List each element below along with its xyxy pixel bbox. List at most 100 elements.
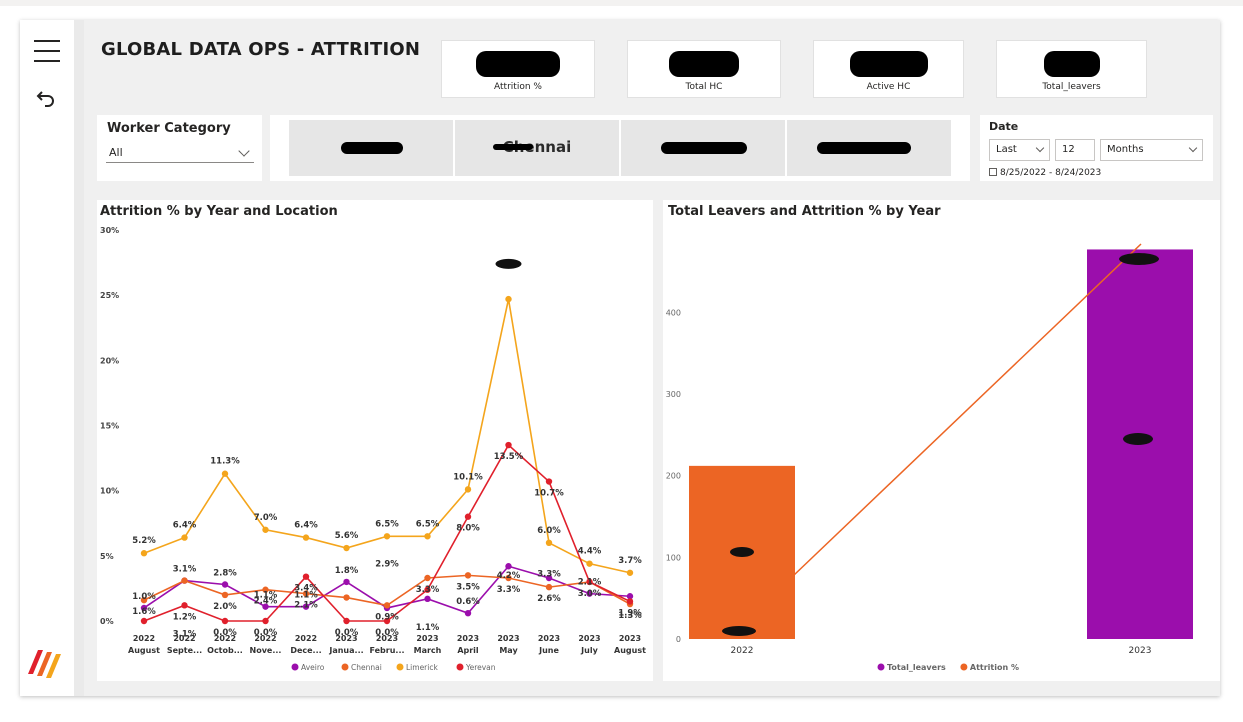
x-tick-label: 2023 [1129, 646, 1152, 656]
x-tick-month: Nove... [250, 646, 282, 655]
x-tick-year: 2022 [133, 634, 155, 643]
x-tick-year: 2023 [457, 634, 479, 643]
location-tile[interactable]: Chennai [455, 120, 619, 176]
brand-slash-logo [24, 640, 66, 682]
data-label: 3.3% [416, 585, 440, 595]
data-label: 3.3% [537, 570, 561, 580]
data-point [464, 572, 472, 579]
redacted-label [817, 142, 911, 154]
undo-arrow-icon[interactable] [36, 88, 58, 110]
side-rail [20, 20, 74, 696]
data-point [626, 569, 634, 576]
relative-count-input[interactable]: 12 [1055, 139, 1095, 161]
kpi-card-total-hc[interactable]: Total HC [627, 40, 781, 98]
data-point [343, 617, 350, 625]
worker-category-dropdown[interactable]: All [106, 143, 254, 163]
chevron-down-icon [238, 145, 250, 157]
date-range-value: 8/25/2022 - 8/24/2023 [1000, 168, 1102, 178]
redacted-value [669, 51, 739, 77]
data-label: 0.0% [254, 628, 278, 638]
location-tile[interactable] [289, 120, 453, 176]
legend-marker [877, 663, 885, 671]
dropdown-value: Months [1107, 144, 1144, 155]
x-tick-year: 2023 [538, 634, 560, 643]
slicer-title: Date [989, 120, 1019, 133]
y-tick-label: 25% [100, 291, 119, 300]
data-label: 13.5% [494, 452, 524, 462]
redacted-label [1119, 253, 1159, 265]
data-label: 10.7% [534, 489, 564, 499]
x-tick-month: August [614, 646, 646, 655]
data-point [302, 573, 310, 580]
y-tick-label: 100 [666, 553, 681, 562]
y-tick-label: 10% [100, 487, 119, 496]
data-label: 4.4% [578, 547, 602, 557]
legend-label: Total_leavers [887, 663, 946, 672]
data-point [181, 577, 188, 584]
data-label: 6.0% [537, 526, 561, 536]
location-tile[interactable] [621, 120, 785, 176]
data-label: 3.1% [173, 630, 197, 640]
data-label: 0.0% [335, 628, 359, 638]
relative-unit-dropdown[interactable]: Months [1100, 139, 1203, 161]
data-point [262, 526, 269, 533]
data-label: 2.1% [578, 578, 602, 588]
redacted-label [722, 626, 756, 636]
data-point [302, 534, 310, 541]
data-point [140, 550, 148, 557]
data-label: 2.9% [375, 559, 399, 569]
x-tick-month: Janua... [328, 646, 363, 655]
data-label: 0.9% [375, 612, 399, 622]
x-tick-label: 2022 [731, 646, 754, 656]
data-point [505, 563, 512, 570]
hamburger-icon[interactable] [34, 40, 60, 62]
y-tick-label: 0 [676, 635, 681, 644]
x-tick-month: July [580, 646, 598, 655]
x-tick-month: Febru... [369, 646, 404, 655]
top-strip [0, 0, 1243, 6]
data-label: 3.7% [618, 556, 642, 566]
y-tick-label: 300 [666, 390, 681, 399]
kpi-card-total-leavers[interactable]: Total_leavers [996, 40, 1147, 98]
data-point [464, 486, 472, 493]
location-tile[interactable] [787, 120, 951, 176]
data-label: 6.4% [173, 521, 197, 531]
data-label: 1.6% [132, 607, 156, 617]
input-value: 12 [1062, 144, 1075, 155]
data-point [181, 534, 188, 541]
x-tick-year: 2023 [578, 634, 600, 643]
kpi-card-attrition[interactable]: Attrition % [441, 40, 595, 98]
data-label: 2.8% [213, 569, 237, 579]
legend-label: Limerick [406, 663, 438, 672]
kpi-card-active-hc[interactable]: Active HC [813, 40, 964, 98]
data-label: 2.6% [537, 594, 561, 604]
data-label: 3.1% [173, 564, 197, 574]
data-label: 5.2% [132, 536, 156, 546]
data-point [343, 578, 350, 586]
x-tick-year: 2022 [295, 634, 317, 643]
location-label: Chennai [502, 138, 572, 156]
legend-label: Aveiro [301, 663, 325, 672]
redacted-value [849, 51, 928, 77]
dropdown-value: All [109, 146, 123, 159]
x-tick-month: Dece... [290, 646, 321, 655]
redacted-value [1043, 51, 1100, 77]
data-label: 3.3% [497, 585, 521, 595]
data-point [140, 617, 148, 625]
leavers-combo-chart: 0 100 200 300 400 2022 2023 Total_leavers Attrit… [666, 243, 1193, 672]
redacted-value [476, 51, 560, 77]
data-point [464, 609, 472, 617]
kpi-label: Total_leavers [1042, 82, 1101, 92]
y-tick-label: 15% [100, 422, 119, 431]
worker-category-slicer: Worker Category All [97, 115, 262, 181]
x-tick-month: Septe... [167, 646, 202, 655]
y-tick-label: 20% [100, 356, 119, 365]
data-point [343, 594, 350, 601]
data-point [626, 598, 634, 605]
relative-mode-dropdown[interactable]: Last [989, 139, 1050, 161]
data-label: 10.1% [453, 472, 483, 482]
legend-marker [341, 663, 349, 671]
x-tick-month: Octob... [207, 646, 243, 655]
data-point [424, 574, 431, 582]
data-label: 3.4% [294, 584, 318, 594]
